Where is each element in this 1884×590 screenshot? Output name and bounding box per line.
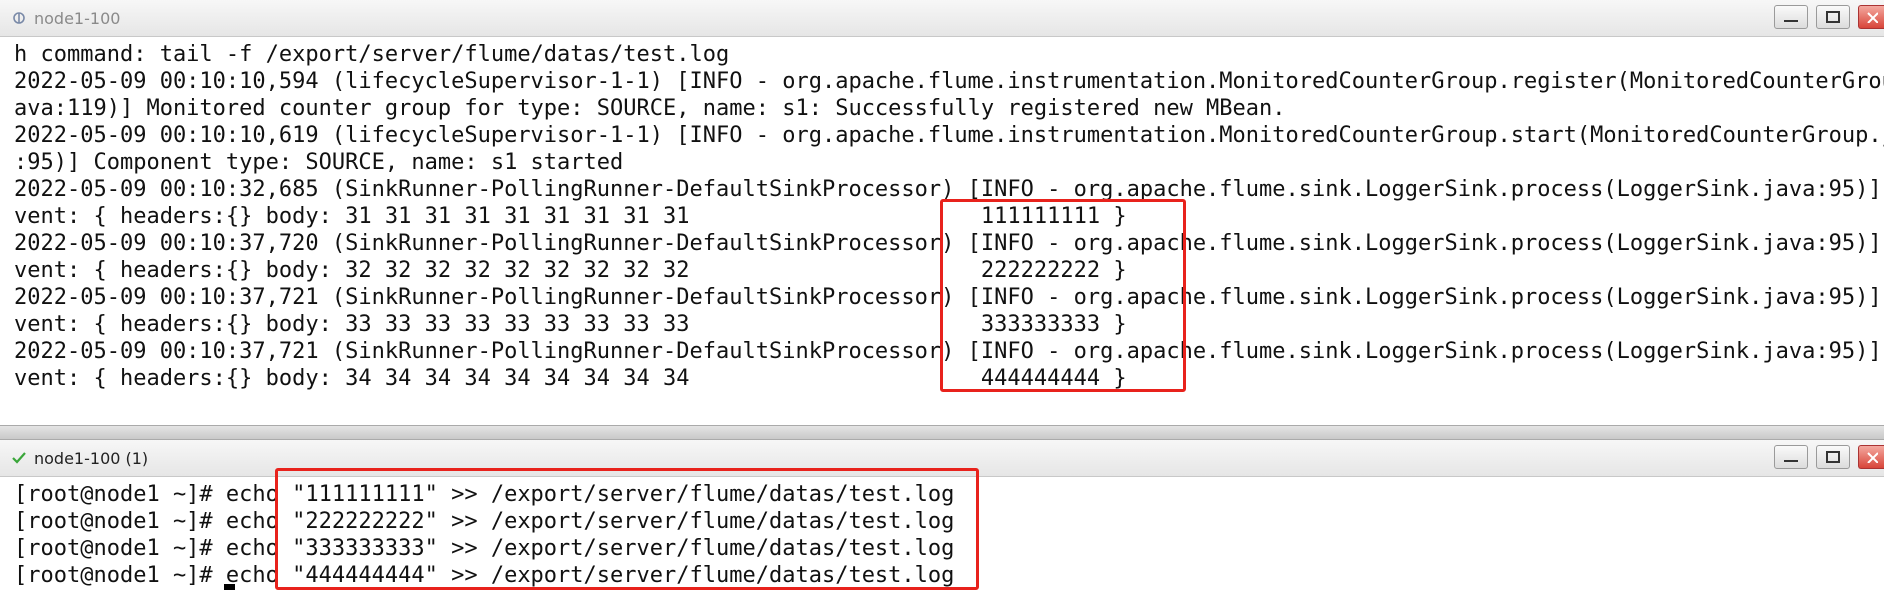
terminal-line: 2022-05-09 00:10:37,721 (SinkRunner-Poll… <box>14 339 1884 364</box>
maximize-icon <box>1826 448 1840 467</box>
checkmark-icon <box>12 451 26 465</box>
terminal-session-icon <box>12 11 26 25</box>
minimize-icon <box>1784 448 1798 467</box>
terminal-line: [root@node1 ~]# echo "333333333" >> /exp… <box>14 536 955 561</box>
bottom-terminal-output[interactable]: [root@node1 ~]# echo "111111111" >> /exp… <box>0 477 1884 590</box>
maximize-button[interactable] <box>1816 445 1850 469</box>
bottom-window-title: node1-100 (1) <box>34 448 149 468</box>
terminal-line: vent: { headers:{} body: 32 32 32 32 32 … <box>14 258 1127 283</box>
terminal-line: ava:119)] Monitored counter group for ty… <box>14 96 1286 121</box>
minimize-icon <box>1784 8 1798 27</box>
close-button[interactable] <box>1858 5 1884 29</box>
close-icon <box>1866 8 1879 27</box>
terminal-line: 2022-05-09 00:10:37,721 (SinkRunner-Poll… <box>14 285 1884 310</box>
maximize-icon <box>1826 8 1840 27</box>
close-button[interactable] <box>1858 445 1884 469</box>
minimize-button[interactable] <box>1774 445 1808 469</box>
terminal-line: vent: { headers:{} body: 31 31 31 31 31 … <box>14 204 1127 229</box>
top-terminal-output[interactable]: h command: tail -f /export/server/flume/… <box>0 37 1884 432</box>
top-window-title: node1-100 <box>34 8 121 28</box>
bottom-window-titlebar[interactable]: node1-100 (1) <box>0 440 1884 477</box>
terminal-line: [root@node1 ~]# echo "111111111" >> /exp… <box>14 482 955 507</box>
terminal-line: 2022-05-09 00:10:37,720 (SinkRunner-Poll… <box>14 231 1884 256</box>
pane-splitter[interactable] <box>0 425 1884 440</box>
terminal-line: vent: { headers:{} body: 34 34 34 34 34 … <box>14 366 1127 391</box>
terminal-line: [root@node1 ~]# echo "444444444" >> /exp… <box>14 563 955 588</box>
bottom-terminal-window: node1-100 (1) [root@node1 ~]# echo "1111… <box>0 440 1884 590</box>
top-terminal-window: node1-100 h command: tail -f /export/ser… <box>0 0 1884 432</box>
terminal-cursor <box>224 584 235 590</box>
top-window-titlebar[interactable]: node1-100 <box>0 0 1884 37</box>
minimize-button[interactable] <box>1774 5 1808 29</box>
terminal-line: h command: tail -f /export/server/flume/… <box>14 42 730 67</box>
close-icon <box>1866 448 1879 467</box>
terminal-line: 2022-05-09 00:10:10,619 (lifecycleSuperv… <box>14 123 1884 148</box>
terminal-line: 2022-05-09 00:10:32,685 (SinkRunner-Poll… <box>14 177 1884 202</box>
terminal-line: vent: { headers:{} body: 33 33 33 33 33 … <box>14 312 1127 337</box>
terminal-line: :95)] Component type: SOURCE, name: s1 s… <box>14 150 624 175</box>
terminal-line: 2022-05-09 00:10:10,594 (lifecycleSuperv… <box>14 69 1884 94</box>
maximize-button[interactable] <box>1816 5 1850 29</box>
terminal-line: [root@node1 ~]# echo "222222222" >> /exp… <box>14 509 955 534</box>
